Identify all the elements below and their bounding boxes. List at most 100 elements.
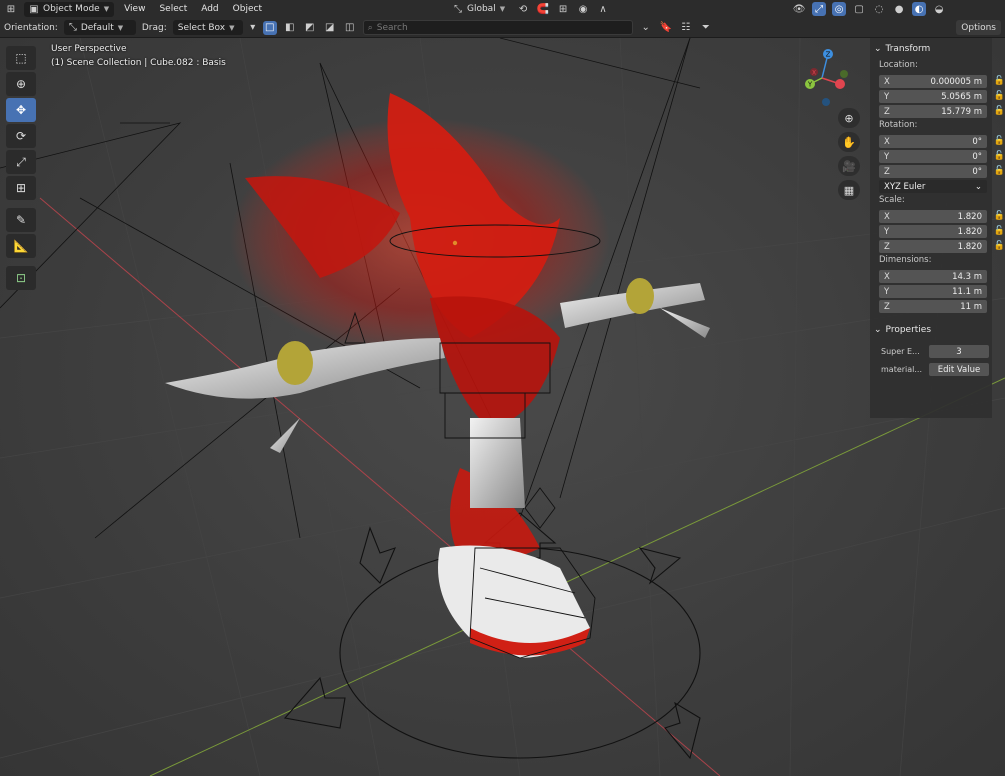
select-box-tool-icon[interactable]: ⬚: [6, 46, 36, 70]
orientation-icon: ⤡: [453, 3, 462, 15]
add-cube-tool-icon[interactable]: ⊡: [6, 266, 36, 290]
transform-panel-header[interactable]: ⌄ Transform: [874, 38, 992, 60]
chevron-down-icon: ▼: [117, 23, 124, 32]
zoom-icon[interactable]: ⊕: [838, 108, 860, 128]
left-toolbar: ⬚ ⊕ ✥ ⟳ ⤢ ⊞ ✎ 📐 ⊡: [6, 46, 36, 290]
select-mode-subtract-icon[interactable]: ◩: [303, 21, 317, 35]
property-row: Super E... 3: [881, 344, 992, 359]
drag-dropdown[interactable]: Select Box ▼: [172, 20, 243, 35]
origin-point: [452, 240, 458, 246]
hierarchy-icon[interactable]: ☷: [679, 21, 693, 35]
dimensions-y-field[interactable]: Y 11.1 m: [879, 285, 987, 298]
lock-icon[interactable]: 🔓: [994, 76, 1005, 86]
gizmo-neg-z-icon: [822, 98, 830, 106]
xray-icon[interactable]: ▢: [852, 2, 866, 16]
options-dropdown[interactable]: Options: [956, 20, 1001, 35]
transform-title: Transform: [885, 44, 931, 54]
pan-hand-icon[interactable]: ✋: [838, 132, 860, 152]
lock-icon[interactable]: 🔓: [994, 166, 1005, 176]
editor-type-icon[interactable]: ⊞: [4, 2, 18, 16]
lock-icon[interactable]: 🔓: [994, 226, 1005, 236]
shading-material-icon[interactable]: ◐: [912, 2, 927, 16]
orientation-icon: ⤡: [68, 22, 77, 33]
lock-icon[interactable]: 🔓: [994, 91, 1005, 101]
property-value-field[interactable]: 3: [929, 345, 989, 358]
lock-icon[interactable]: 🔓: [994, 211, 1005, 221]
transform-tool-icon[interactable]: ⊞: [6, 176, 36, 200]
viewport-header: ⊞ ▣ Object Mode ▼ View Select Add Object…: [0, 0, 1005, 18]
menu-view[interactable]: View: [120, 4, 149, 14]
dimensions-z-field[interactable]: Z 11 m: [879, 300, 987, 313]
chevron-down-icon[interactable]: ▾: [249, 21, 257, 35]
menu-object[interactable]: Object: [229, 4, 266, 14]
select-mode-intersect-icon[interactable]: ◫: [343, 21, 357, 35]
snap-icon[interactable]: 🧲: [536, 2, 550, 16]
chevron-down-icon: ⌄: [874, 44, 882, 54]
navigation-gizmo[interactable]: Z Y X: [796, 46, 856, 108]
location-z-field[interactable]: Z 15.779 m 🔓: [879, 105, 1005, 118]
ortho-toggle-icon[interactable]: ▦: [838, 180, 860, 200]
proportional-edit-icon[interactable]: ◉: [576, 2, 590, 16]
svg-text:Y: Y: [807, 81, 813, 89]
options-label: Options: [961, 22, 996, 33]
viewport-collection-info: (1) Scene Collection | Cube.082 : Basis: [51, 58, 226, 68]
location-x-field[interactable]: X 0.000005 m 🔓: [879, 75, 1005, 88]
pivot-point-icon[interactable]: ⟲: [516, 2, 530, 16]
shading-rendered-icon[interactable]: ◒: [932, 2, 946, 16]
tool-settings-bar: Orientation: ⤡ Default ▼ Drag: Select Bo…: [0, 18, 1005, 38]
drag-label: Drag:: [141, 22, 167, 33]
filter-icon[interactable]: ⏷: [699, 21, 713, 35]
gizmo-toggle-icon[interactable]: ⤢: [812, 2, 827, 16]
scale-z-field[interactable]: Z 1.820 🔓: [879, 240, 1005, 253]
visibility-icon[interactable]: 👁: [792, 2, 806, 16]
select-mode-set-icon[interactable]: □: [262, 20, 277, 35]
annotate-tool-icon[interactable]: ✎: [6, 208, 36, 232]
chevron-down-icon: ⌄: [974, 181, 982, 192]
lock-icon[interactable]: 🔓: [994, 151, 1005, 161]
orientation-value: Default: [80, 22, 114, 33]
bookmark-icon[interactable]: 🔖: [659, 21, 673, 35]
select-mode-invert-icon[interactable]: ◪: [323, 21, 337, 35]
cursor-tool-icon[interactable]: ⊕: [6, 72, 36, 96]
camera-view-icon[interactable]: 🎥: [838, 156, 860, 176]
dimensions-x-field[interactable]: X 14.3 m: [879, 270, 987, 283]
scale-x-field[interactable]: X 1.820 🔓: [879, 210, 1005, 223]
search-input[interactable]: ⌕ Search: [362, 20, 633, 35]
menu-add[interactable]: Add: [197, 4, 222, 14]
properties-title: Properties: [885, 325, 932, 335]
3d-viewport[interactable]: User Perspective (1) Scene Collection | …: [0, 38, 1005, 776]
mode-dropdown[interactable]: ▣ Object Mode ▼: [24, 1, 115, 17]
select-mode-extend-icon[interactable]: ◧: [283, 21, 297, 35]
snap-increment-icon[interactable]: ⊞: [556, 2, 570, 16]
lock-icon[interactable]: 🔓: [994, 136, 1005, 146]
sidebar-n-panel: ⌄ Transform Location: X 0.000005 m 🔓 Y 5…: [870, 38, 1005, 418]
orientation-label: Orientation:: [4, 22, 58, 33]
scale-tool-icon[interactable]: ⤢: [6, 150, 36, 174]
lock-icon[interactable]: 🔓: [994, 106, 1005, 116]
shading-solid-icon[interactable]: ●: [892, 2, 906, 16]
properties-panel-header[interactable]: ⌄ Properties: [874, 319, 992, 341]
rotation-y-field[interactable]: Y 0° 🔓: [879, 150, 1005, 163]
rotation-x-field[interactable]: X 0° 🔓: [879, 135, 1005, 148]
move-tool-icon[interactable]: ✥: [6, 98, 36, 122]
scale-label: Scale:: [879, 195, 905, 205]
dimensions-label: Dimensions:: [879, 255, 932, 265]
edit-value-button[interactable]: Edit Value: [929, 363, 989, 376]
object-mode-icon: ▣: [29, 3, 39, 15]
location-y-field[interactable]: Y 5.0565 m 🔓: [879, 90, 1005, 103]
collapse-icon[interactable]: ⌄: [639, 21, 653, 35]
menu-select[interactable]: Select: [155, 4, 191, 14]
falloff-icon[interactable]: ∧: [596, 2, 610, 16]
chevron-down-icon: ▼: [103, 5, 110, 13]
property-row: material... Edit Value: [881, 362, 992, 377]
rotate-tool-icon[interactable]: ⟳: [6, 124, 36, 148]
lock-icon[interactable]: 🔓: [994, 241, 1005, 251]
transform-orientation-dropdown[interactable]: ⤡ Global ▼: [447, 1, 511, 17]
rotation-z-field[interactable]: Z 0° 🔓: [879, 165, 1005, 178]
shading-wireframe-icon[interactable]: ◌: [872, 2, 886, 16]
orientation-dropdown[interactable]: ⤡ Default ▼: [63, 20, 136, 35]
measure-tool-icon[interactable]: 📐: [6, 234, 36, 258]
overlay-toggle-icon[interactable]: ◎: [832, 2, 847, 16]
rotation-mode-dropdown[interactable]: XYZ Euler ⌄: [879, 180, 987, 193]
scale-y-field[interactable]: Y 1.820 🔓: [879, 225, 1005, 238]
